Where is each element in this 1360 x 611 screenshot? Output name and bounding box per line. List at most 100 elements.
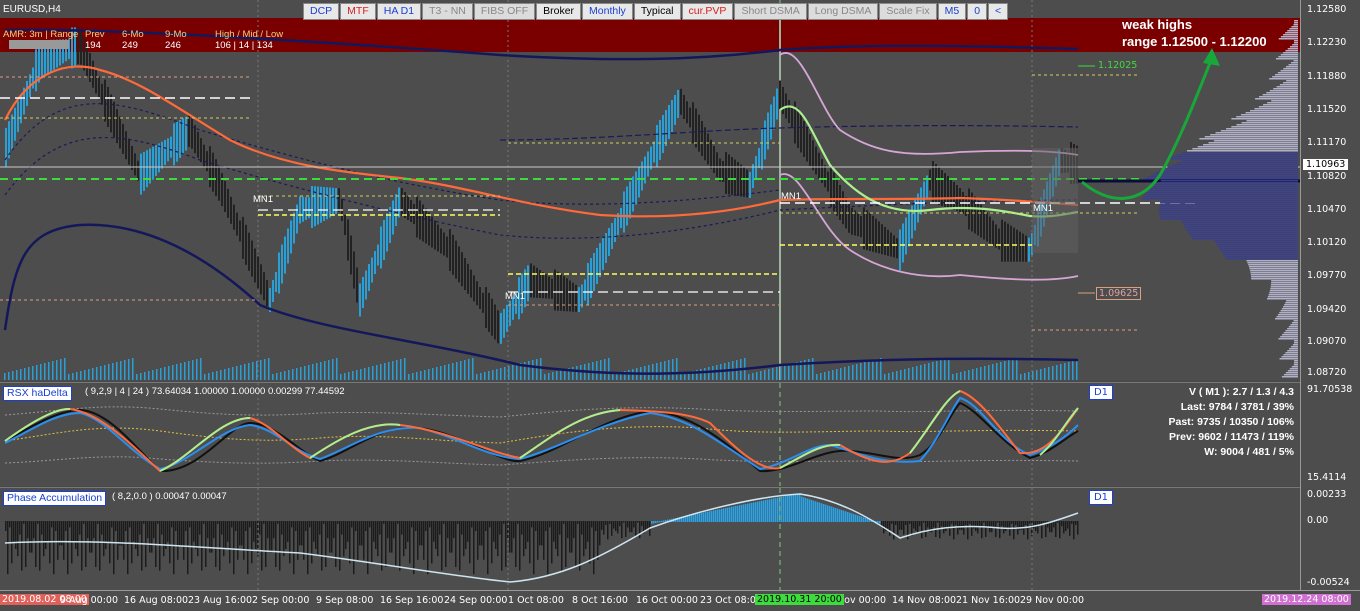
phase-title[interactable]: Phase Accumulation xyxy=(3,491,107,506)
profile-bar xyxy=(1159,206,1298,208)
toolbar-button[interactable]: Short DSMA xyxy=(734,3,807,20)
toolbar-button[interactable]: < xyxy=(988,3,1009,20)
volume-bar xyxy=(412,373,414,380)
amr-progress-bar xyxy=(9,40,69,49)
phase-bar xyxy=(723,508,725,522)
rsx-d1-badge[interactable]: D1 xyxy=(1089,385,1113,400)
phase-bar xyxy=(259,521,261,535)
phase-bar xyxy=(831,506,833,522)
volume-bar xyxy=(604,359,606,380)
phase-bar xyxy=(233,521,235,575)
phase-bar xyxy=(29,521,31,553)
main-chart-pane[interactable]: EURUSD,H4 AMR: 3m | Range Prev 6-Mo 9-Mo… xyxy=(0,0,1300,380)
phase-bar xyxy=(595,521,597,531)
volume-bar xyxy=(1064,363,1066,380)
toolbar-button[interactable]: Long DSMA xyxy=(807,3,879,20)
phase-bar xyxy=(735,506,737,522)
profile-bar xyxy=(1204,136,1298,138)
nine-month-value: 246 xyxy=(165,40,181,51)
toolbar-button[interactable]: M5 xyxy=(937,3,967,20)
phase-bar xyxy=(177,521,179,560)
phase-bar xyxy=(737,505,739,522)
volume-bar xyxy=(1020,374,1022,380)
phase-bar xyxy=(897,521,899,535)
volume-bar xyxy=(320,362,322,380)
volume-bar xyxy=(752,373,754,380)
phase-bar xyxy=(151,521,153,553)
profile-bar xyxy=(1218,246,1298,248)
phase-bar xyxy=(639,521,641,539)
phase-bar xyxy=(271,521,273,553)
toolbar-button[interactable]: Typical xyxy=(633,3,681,20)
toolbar-button[interactable]: DCP xyxy=(303,3,340,20)
volume-bar xyxy=(312,364,314,380)
phase-bar xyxy=(647,521,649,529)
profile-bar xyxy=(1291,346,1298,348)
phase-bar xyxy=(923,521,925,523)
volume-bar xyxy=(544,374,546,380)
volume-bar xyxy=(900,370,902,380)
phase-bar xyxy=(621,521,623,539)
phase-bar xyxy=(93,521,95,539)
price-axis[interactable]: 1.12580 1.12230 1.11880 1.11520 1.11170 1.108… xyxy=(1300,0,1360,590)
profile-bar xyxy=(1285,372,1298,374)
phase-bar xyxy=(399,521,401,571)
toolbar-button[interactable]: MTF xyxy=(340,3,376,20)
profile-bar xyxy=(1287,328,1298,330)
toolbar-button[interactable]: 0 xyxy=(967,3,988,20)
volume-bar xyxy=(928,363,930,380)
phase-bar xyxy=(635,521,637,537)
phase-bar xyxy=(89,521,91,553)
phase-bar xyxy=(163,521,165,557)
toolbar-button[interactable]: cur.PVP xyxy=(681,3,734,20)
profile-bar xyxy=(1160,202,1298,204)
toolbar-button[interactable]: Broker xyxy=(536,3,582,20)
volume-bar xyxy=(964,371,966,380)
time-axis[interactable]: 2019.08.02 08:00 9 Aug 00:00 16 Aug 08:00… xyxy=(0,590,1360,611)
toolbar-button[interactable]: Monthly xyxy=(582,3,633,20)
phase-bar xyxy=(453,521,455,539)
phase-bar xyxy=(79,521,81,535)
toolbar-button[interactable]: T3 - NN xyxy=(422,3,473,20)
time-tick-label: 9 Aug 00:00 xyxy=(60,595,119,606)
volume-bar xyxy=(1068,362,1070,380)
volume-bar xyxy=(580,365,582,380)
six-month-value: 249 xyxy=(122,40,138,51)
volume-bar xyxy=(260,360,262,380)
phase-bar xyxy=(1069,521,1071,536)
phase-bar xyxy=(697,513,699,522)
phase-bar xyxy=(921,521,923,539)
phase-bar xyxy=(579,521,581,571)
volume-bar xyxy=(840,368,842,380)
phase-bar xyxy=(333,521,335,539)
lower-level-label: 1.09625 xyxy=(1096,287,1142,300)
rsx-title[interactable]: RSX haDelta xyxy=(3,386,72,401)
phase-bar xyxy=(691,514,693,522)
toolbar-button[interactable]: Scale Fix xyxy=(879,3,937,20)
profile-bar xyxy=(1272,76,1298,78)
volume-bar xyxy=(1056,365,1058,380)
profile-bar xyxy=(1291,62,1298,64)
phase-bar xyxy=(421,521,423,546)
phase-bar xyxy=(905,521,907,525)
volume-bar xyxy=(824,372,826,380)
profile-bar xyxy=(1141,198,1298,200)
current-price-tag: 1.10963 xyxy=(1303,159,1349,170)
phase-d1-badge[interactable]: D1 xyxy=(1089,490,1113,505)
price-chart-svg xyxy=(0,0,1300,380)
phase-bar xyxy=(843,510,845,522)
toolbar-button[interactable]: FIBS OFF xyxy=(473,3,536,20)
profile-bar xyxy=(1182,222,1298,224)
phase-bar xyxy=(373,521,375,542)
phase-bar xyxy=(369,521,371,528)
phase-bar xyxy=(587,521,589,542)
phase-bar xyxy=(699,513,701,522)
rsx-hadelta-pane[interactable]: RSX haDelta ( 9,2,9 | 4 | 24 ) 73.64034 … xyxy=(0,382,1300,486)
phase-accumulation-pane[interactable]: Phase Accumulation ( 8,2,0.0 ) 0.00047 0… xyxy=(0,487,1300,591)
phase-bar xyxy=(859,516,861,522)
phase-bar xyxy=(441,521,443,571)
toolbar-button[interactable]: HA D1 xyxy=(376,3,422,20)
phase-bar xyxy=(361,521,363,546)
volume-bar xyxy=(192,360,194,380)
volume-bar xyxy=(372,366,374,380)
